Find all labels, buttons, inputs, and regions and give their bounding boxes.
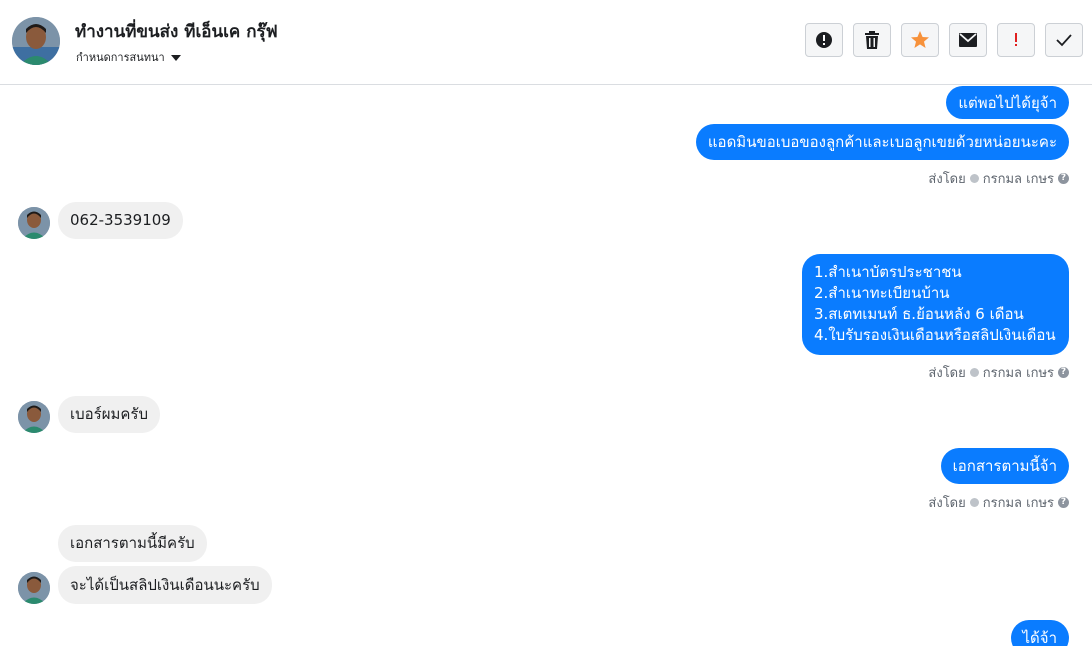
document-list-item: 1.สำเนาบัตรประชาชน [814, 263, 962, 281]
outgoing-message[interactable]: ได้จ้า [1010, 620, 1069, 646]
help-icon[interactable]: ? [1058, 497, 1069, 508]
follow-up-button[interactable] [997, 23, 1035, 57]
outgoing-message[interactable]: แอดมินขอเบอของลูกค้าและเบอลูกเขยด้วยหน่อ… [695, 124, 1069, 160]
incoming-message[interactable]: เบอร์ผมครับ [58, 396, 161, 433]
sent-by-label: ส่งโดย [928, 366, 966, 381]
sent-by-info: ส่งโดย กรกมล เกษร ? [928, 362, 1069, 383]
contact-avatar[interactable] [12, 17, 60, 65]
sent-by-info: ส่งโดย กรกมล เกษร ? [928, 492, 1069, 513]
star-button[interactable] [901, 23, 939, 57]
help-icon[interactable]: ? [1058, 173, 1069, 184]
document-list-item: 3.สเตทเมนท์ ธ.ย้อนหลัง 6 เดือน [814, 305, 1024, 323]
check-icon [969, 498, 979, 507]
contact-avatar-small[interactable] [18, 401, 50, 433]
assign-conversation-label: กำหนดการสนทนา [76, 51, 165, 64]
star-icon [911, 31, 929, 48]
contact-avatar-small[interactable] [18, 207, 50, 239]
mark-done-button[interactable] [1045, 23, 1083, 57]
assign-conversation-dropdown[interactable]: กำหนดการสนทนา [76, 48, 181, 66]
caret-down-icon [170, 54, 181, 61]
check-icon [969, 174, 979, 183]
sender-name[interactable]: กรกมล เกษร [983, 168, 1054, 189]
document-list-item: 2.สำเนาทะเบียนบ้าน [814, 284, 950, 302]
alert-circle-icon [816, 32, 832, 48]
outgoing-message[interactable]: แต่พอไปได้ยุจ้า [946, 86, 1069, 119]
exclamation-icon [1015, 33, 1017, 46]
envelope-icon [959, 33, 977, 47]
delete-button[interactable] [853, 23, 891, 57]
outgoing-message[interactable]: เอกสารตามนี้จ้า [940, 448, 1069, 484]
conversation-header: ทำงานที่ขนส่ง ทีเอ็นเค กรุ๊ฟ กำหนดการสนท… [0, 0, 1092, 85]
sender-name[interactable]: กรกมล เกษร [983, 492, 1054, 513]
sent-by-label: ส่งโดย [928, 496, 966, 511]
mark-spam-button[interactable] [805, 23, 843, 57]
check-icon [969, 368, 979, 377]
incoming-message[interactable]: 062-3539109 [58, 202, 183, 239]
trash-icon [865, 31, 879, 49]
message-thread[interactable]: แต่พอไปได้ยุจ้า แอดมินขอเบอของลูกค้าและเ… [0, 86, 1092, 646]
sent-by-label: ส่งโดย [928, 172, 966, 187]
document-list-item: 4.ใบรับรองเงินเดือนหรือสลิปเงินเดือน [814, 326, 1056, 344]
sender-name[interactable]: กรกมล เกษร [983, 362, 1054, 383]
mark-unread-button[interactable] [949, 23, 987, 57]
contact-avatar-small[interactable] [18, 572, 50, 604]
sent-by-info: ส่งโดย กรกมล เกษร ? [928, 168, 1069, 189]
incoming-message[interactable]: จะได้เป็นสลิปเงินเดือนนะครับ [58, 566, 272, 604]
contact-name: ทำงานที่ขนส่ง ทีเอ็นเค กรุ๊ฟ [75, 22, 278, 42]
checkmark-icon [1056, 34, 1072, 47]
incoming-message[interactable]: เอกสารตามนี้มีครับ [58, 525, 207, 562]
help-icon[interactable]: ? [1058, 367, 1069, 378]
outgoing-message-document-list[interactable]: 1.สำเนาบัตรประชาชน 2.สำเนาทะเบียนบ้าน 3.… [802, 254, 1069, 355]
